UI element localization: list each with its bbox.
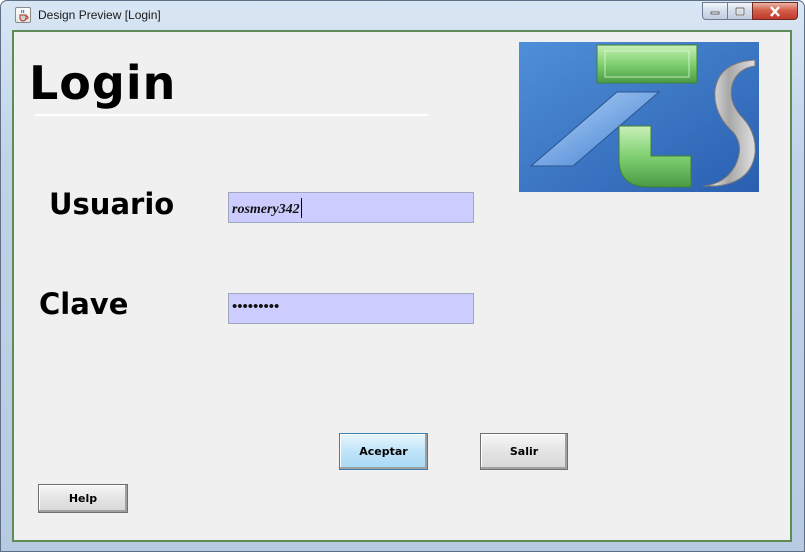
password-field[interactable]: ••••••••• xyxy=(228,293,474,324)
username-value: rosmery342 xyxy=(232,202,300,217)
accept-button[interactable]: Aceptar xyxy=(339,433,428,470)
password-mask: ••••••••• xyxy=(232,299,280,315)
title-divider xyxy=(35,114,428,116)
zs-logo xyxy=(519,42,759,192)
title-bar[interactable]: Design Preview [Login] xyxy=(1,1,804,29)
window-controls xyxy=(702,2,798,21)
page-title: Login xyxy=(29,56,177,110)
app-window: Design Preview [Login] Login Usuario ros… xyxy=(0,0,805,552)
help-button[interactable]: Help xyxy=(38,484,128,513)
minimize-button[interactable] xyxy=(702,2,728,20)
text-caret xyxy=(300,198,302,218)
minimize-icon xyxy=(710,11,720,15)
maximize-icon xyxy=(735,6,745,16)
exit-button[interactable]: Salir xyxy=(480,433,568,470)
maximize-button[interactable] xyxy=(727,2,753,20)
close-icon xyxy=(770,5,780,17)
login-panel: Login Usuario rosmery342 Clave •••••••••… xyxy=(12,30,792,542)
username-field[interactable]: rosmery342 xyxy=(228,192,474,223)
java-cup-icon xyxy=(15,7,31,23)
close-button[interactable] xyxy=(752,2,798,20)
password-label: Clave xyxy=(39,287,129,321)
window-title: Design Preview [Login] xyxy=(38,8,161,22)
username-label: Usuario xyxy=(49,187,175,221)
